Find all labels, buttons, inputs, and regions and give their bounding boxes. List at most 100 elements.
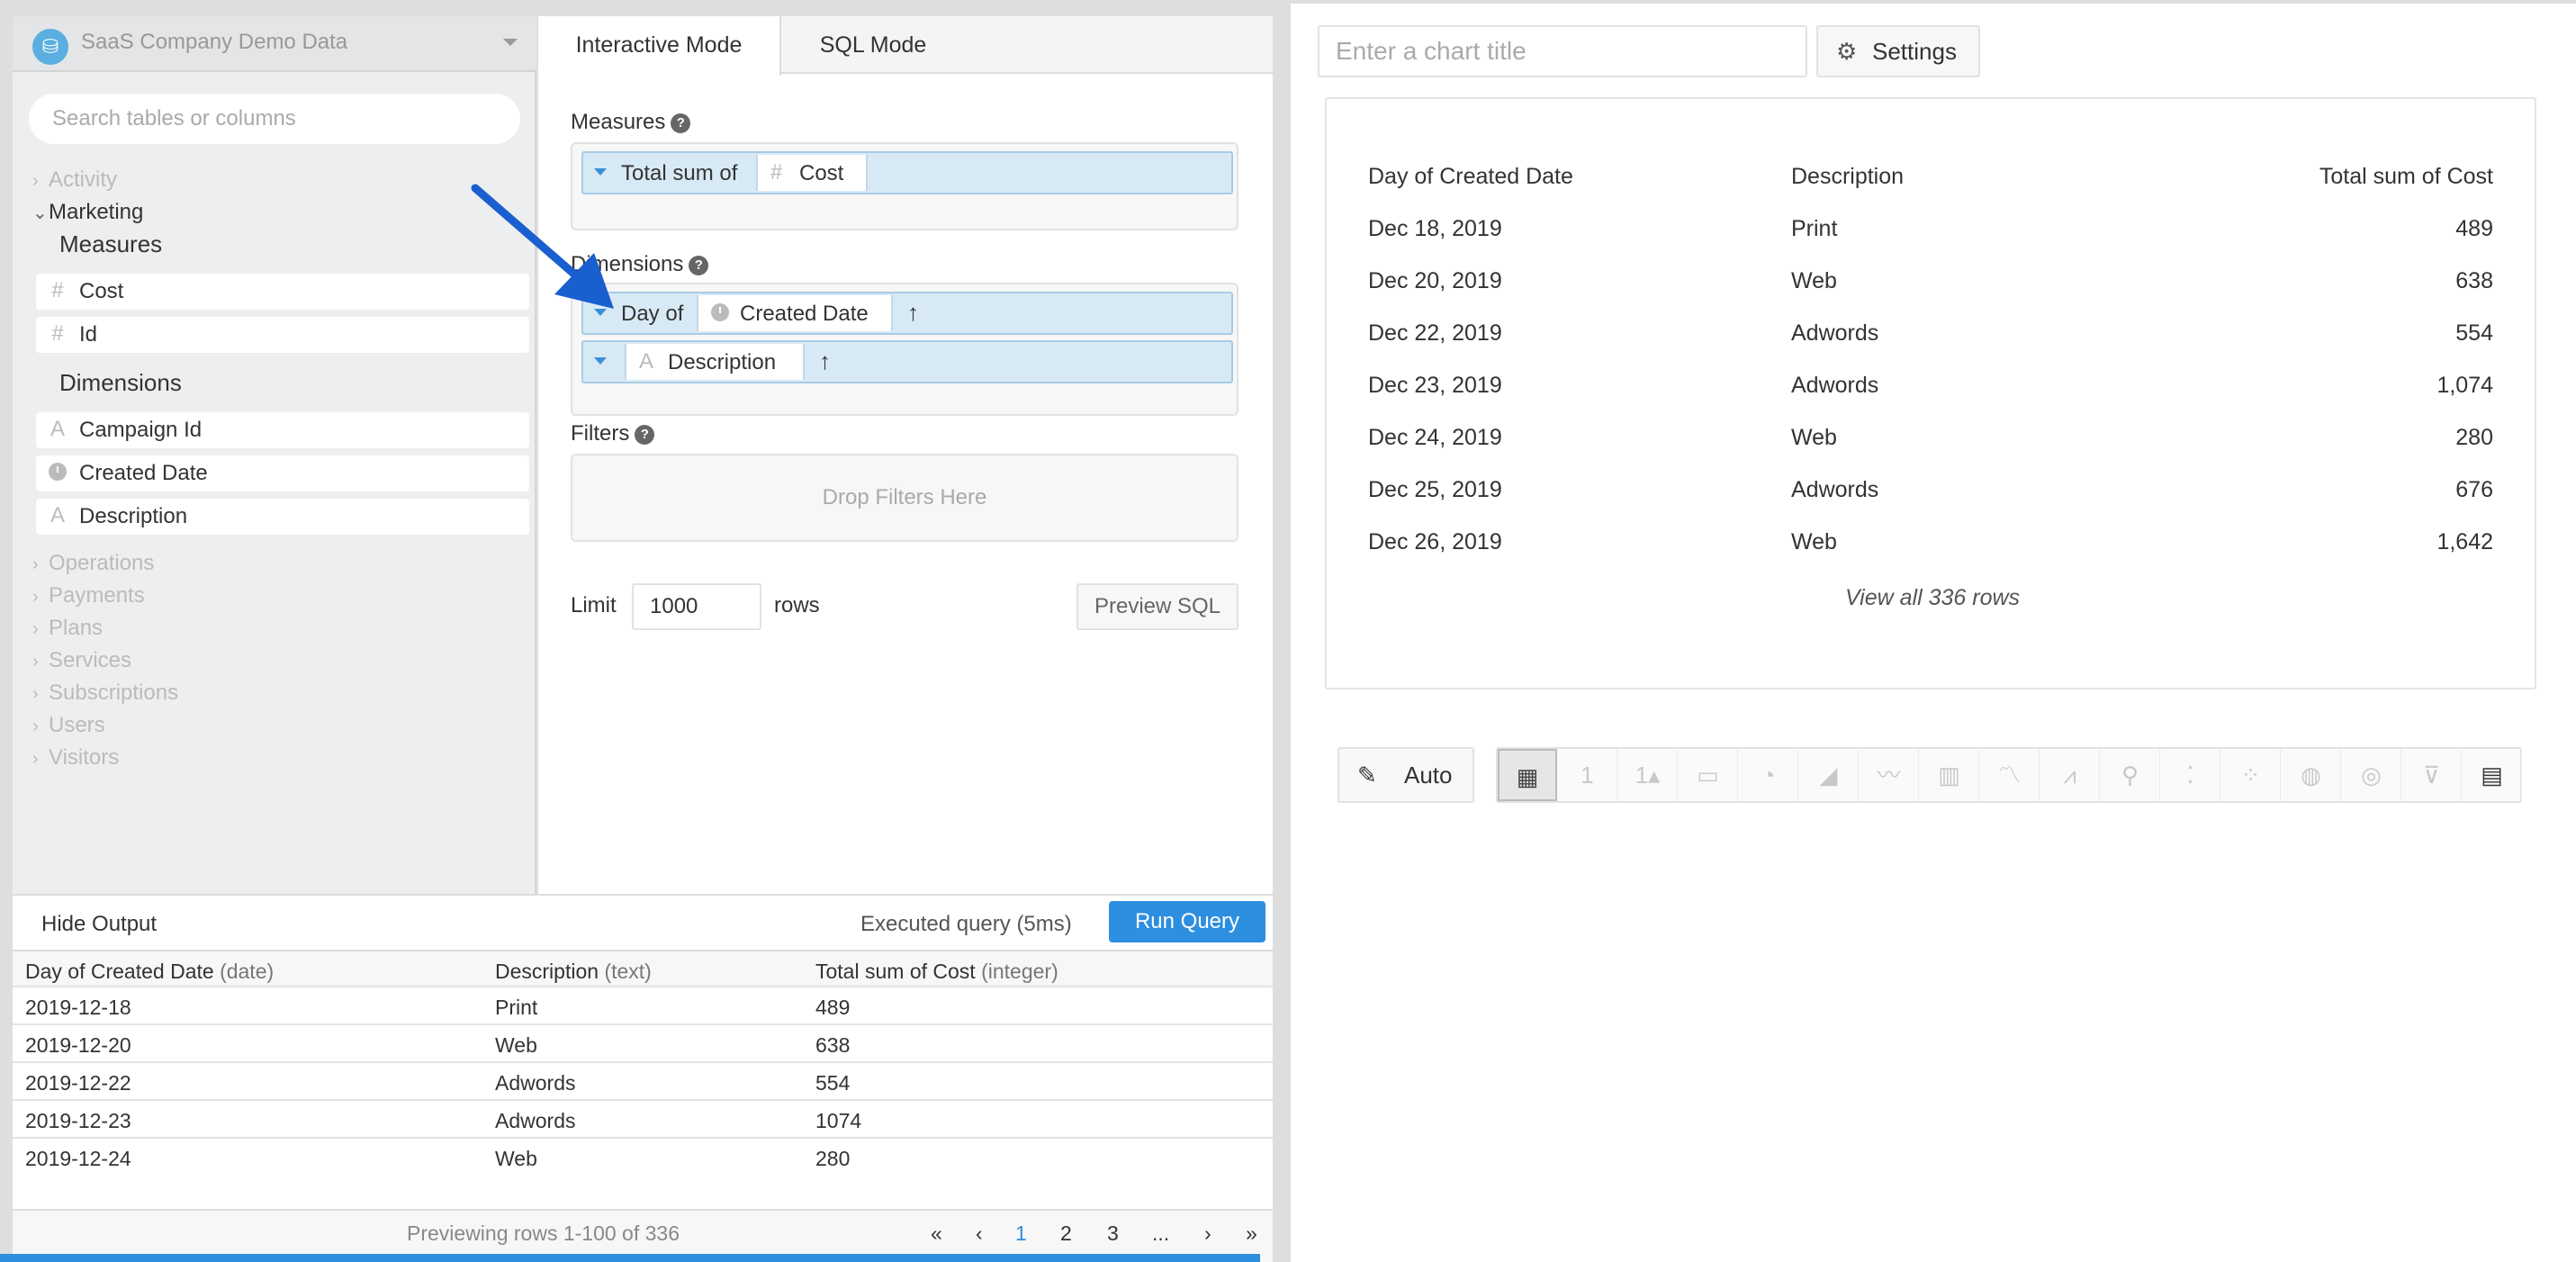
help-icon[interactable]: ? bbox=[689, 256, 709, 275]
dimension-pill-created-date[interactable]: Day of Created Date ↑ bbox=[581, 292, 1233, 335]
field-created-date[interactable]: Created Date bbox=[36, 455, 529, 491]
dimension-field-chip[interactable]: A Description bbox=[625, 344, 805, 380]
limit-input[interactable] bbox=[632, 583, 761, 630]
table-label: Services bbox=[49, 648, 132, 672]
chevron-right-icon: › bbox=[32, 587, 39, 607]
pie-icon[interactable]: ◔ bbox=[1739, 749, 1798, 801]
datasource-name: SaaS Company Demo Data bbox=[81, 30, 348, 54]
table-cell: 1074 bbox=[815, 1109, 862, 1132]
search-input[interactable] bbox=[29, 94, 520, 144]
table-item-services[interactable]: › Services bbox=[32, 648, 131, 673]
first-page-button[interactable]: « bbox=[931, 1221, 942, 1246]
spark-icon[interactable]: 〽 bbox=[1980, 749, 2040, 801]
caret-down-icon[interactable] bbox=[594, 168, 607, 176]
help-icon[interactable]: ? bbox=[671, 113, 691, 133]
map-icon[interactable]: ◎ bbox=[2342, 749, 2401, 801]
table-cell: Adwords bbox=[495, 1071, 576, 1095]
table-item-payments[interactable]: › Payments bbox=[32, 583, 145, 608]
last-page-button[interactable]: » bbox=[1246, 1221, 1257, 1246]
measure-field-chip[interactable]: # Cost bbox=[756, 155, 868, 191]
scatter-icon[interactable]: ⁚ bbox=[2161, 749, 2220, 801]
limit-label: Limit bbox=[571, 593, 617, 617]
field-cost[interactable]: # Cost bbox=[36, 274, 529, 310]
column-name: Description bbox=[495, 960, 599, 983]
help-icon[interactable]: ? bbox=[635, 425, 655, 445]
chevron-right-icon: › bbox=[32, 684, 39, 704]
view-all-rows-link[interactable]: View all 336 rows bbox=[1327, 585, 2538, 611]
globe-icon[interactable]: ◍ bbox=[2282, 749, 2341, 801]
page-2-button[interactable]: 2 bbox=[1060, 1221, 1072, 1246]
table-item-plans[interactable]: › Plans bbox=[32, 616, 103, 641]
chevron-right-icon: › bbox=[32, 619, 39, 639]
table-cell: 2019-12-22 bbox=[25, 1071, 131, 1095]
dimension-pill-description[interactable]: A Description ↑ bbox=[581, 340, 1233, 383]
schema-sidebar: ⛁ SaaS Company Demo Data › Activity ⌄Mark… bbox=[13, 16, 536, 894]
auto-chart-button[interactable]: ✎ Auto bbox=[1338, 747, 1474, 803]
page-3-button[interactable]: 3 bbox=[1107, 1221, 1119, 1246]
progress-icon[interactable]: ▭ bbox=[1679, 749, 1738, 801]
run-query-button[interactable]: Run Query bbox=[1109, 901, 1265, 942]
datasource-selector[interactable]: ⛁ SaaS Company Demo Data bbox=[13, 16, 536, 72]
tab-sql-mode[interactable]: SQL Mode bbox=[783, 16, 963, 74]
area-icon[interactable]: ◢ bbox=[1799, 749, 1859, 801]
page-1-button[interactable]: 1 bbox=[1015, 1221, 1027, 1246]
table-item-marketing[interactable]: ⌄Marketing bbox=[32, 200, 143, 225]
filters-drop-zone[interactable]: Drop Filters Here bbox=[571, 454, 1238, 542]
column-name: Day of Created Date bbox=[25, 960, 214, 983]
table-item-activity[interactable]: › Activity bbox=[32, 167, 117, 193]
single-value-icon[interactable]: 1 bbox=[1558, 749, 1617, 801]
measures-label: Measures? bbox=[571, 110, 691, 135]
text-type-icon: A bbox=[50, 503, 65, 527]
table-cell: Adwords bbox=[1791, 320, 1879, 346]
column-type: (integer) bbox=[981, 960, 1058, 983]
measure-pill[interactable]: Total sum of # Cost bbox=[581, 151, 1233, 194]
table-cell: 280 bbox=[2455, 425, 2493, 450]
dimension-field-chip[interactable]: Created Date bbox=[697, 295, 893, 331]
chevron-down-icon: ⌄ bbox=[32, 203, 48, 223]
field-label: Id bbox=[79, 322, 98, 347]
column-header[interactable]: Description (text) bbox=[495, 960, 652, 984]
field-id[interactable]: # Id bbox=[36, 317, 529, 353]
settings-button[interactable]: ⚙ Settings bbox=[1816, 25, 1980, 77]
results-table: Day of Created Date (date) Description (… bbox=[13, 950, 1273, 1176]
column-header[interactable]: Day of Created Date (date) bbox=[25, 960, 274, 984]
bar-icon[interactable]: ▥ bbox=[1920, 749, 1979, 801]
bubble-icon[interactable]: ⁘ bbox=[2221, 749, 2281, 801]
chart-title-input[interactable] bbox=[1318, 25, 1807, 77]
column-header[interactable]: Total sum of Cost (integer) bbox=[815, 960, 1058, 984]
next-page-button[interactable]: › bbox=[1204, 1221, 1211, 1246]
hide-output-button[interactable]: Hide Output bbox=[41, 912, 157, 937]
dimensions-well[interactable]: Day of Created Date ↑ A Description ↑ bbox=[571, 283, 1238, 416]
chart-preview-table: Day of Created Date Description Total su… bbox=[1325, 97, 2536, 690]
sort-ascending-icon[interactable]: ↑ bbox=[907, 299, 919, 327]
table-cell: Dec 23, 2019 bbox=[1368, 373, 1502, 398]
table-icon[interactable]: ▦ bbox=[1498, 749, 1557, 801]
table-panel-icon[interactable]: ▤ bbox=[2463, 749, 2522, 801]
single-value-trend-icon[interactable]: 1▴ bbox=[1618, 749, 1678, 801]
table-cell: Dec 18, 2019 bbox=[1368, 216, 1502, 241]
table-cell: Dec 26, 2019 bbox=[1368, 529, 1502, 554]
table-item-users[interactable]: › Users bbox=[32, 713, 105, 738]
table-row: 2019-12-20 Web 638 bbox=[13, 1025, 1273, 1063]
table-cell: 638 bbox=[2455, 268, 2493, 293]
funnel-bar-icon[interactable]: ⚲ bbox=[2101, 749, 2160, 801]
caret-down-icon[interactable] bbox=[594, 357, 607, 365]
combo-icon[interactable]: ⩘ bbox=[2040, 749, 2100, 801]
preview-sql-button[interactable]: Preview SQL bbox=[1076, 583, 1238, 630]
prev-page-button[interactable]: ‹ bbox=[976, 1221, 983, 1246]
filters-label-text: Filters bbox=[571, 421, 630, 446]
field-description[interactable]: A Description bbox=[36, 499, 529, 535]
table-cell: Web bbox=[495, 1033, 537, 1057]
measures-well[interactable]: Total sum of # Cost bbox=[571, 142, 1238, 230]
table-item-subscriptions[interactable]: › Subscriptions bbox=[32, 681, 178, 706]
measures-label-text: Measures bbox=[571, 110, 666, 134]
filter-icon[interactable]: ⊽ bbox=[2402, 749, 2462, 801]
table-item-visitors[interactable]: › Visitors bbox=[32, 745, 119, 771]
table-item-operations[interactable]: › Operations bbox=[32, 551, 154, 576]
line-icon[interactable]: 〰 bbox=[1860, 749, 1919, 801]
pager-ellipsis: ... bbox=[1152, 1221, 1170, 1245]
field-campaign-id[interactable]: A Campaign Id bbox=[36, 412, 529, 448]
sort-ascending-icon[interactable]: ↑ bbox=[819, 347, 831, 375]
tab-interactive-mode[interactable]: Interactive Mode bbox=[538, 16, 781, 76]
text-type-icon: A bbox=[50, 417, 65, 441]
